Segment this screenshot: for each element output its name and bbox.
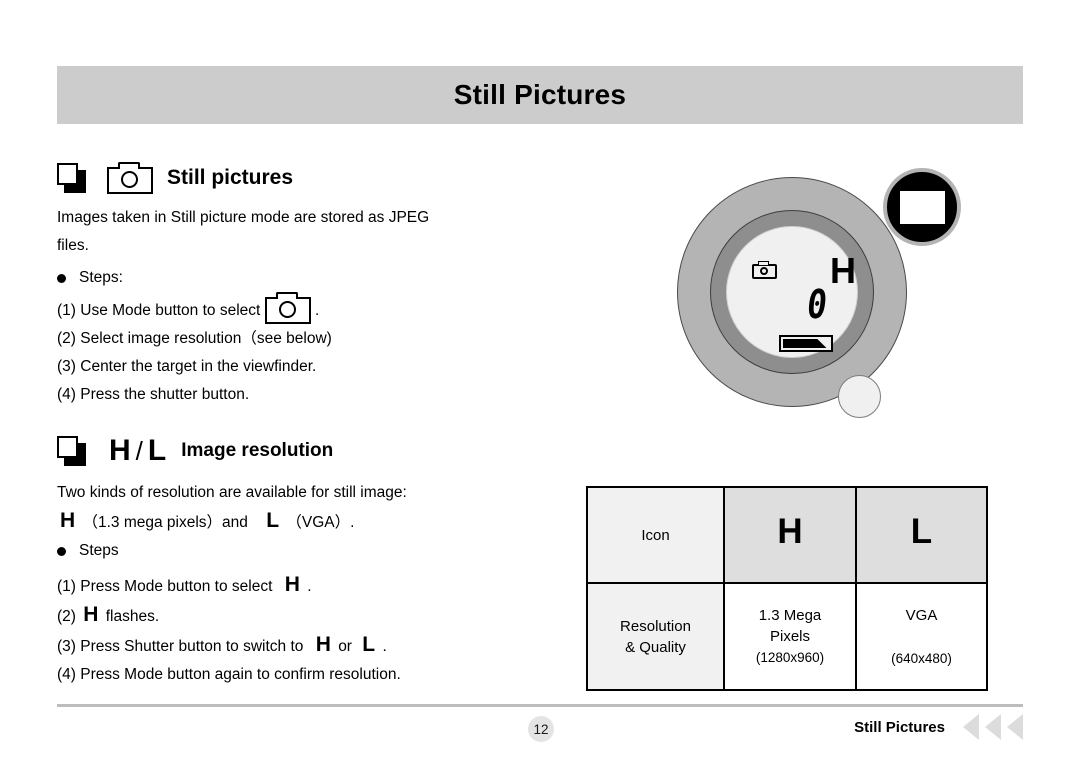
resolution-step-3-glyph-l: L xyxy=(362,633,376,656)
mode-knob xyxy=(838,375,881,418)
resolution-step-3-prefix: (3) Press Shutter button to switch to xyxy=(57,638,304,655)
steps-label: Steps: xyxy=(79,269,123,286)
cell-icon-label: Icon xyxy=(586,486,725,584)
resolution-steps-bullet: Steps xyxy=(57,537,557,565)
page-banner: Still Pictures xyxy=(57,66,1023,124)
still-pictures-step-2: (2) Select image resolution（see below) xyxy=(57,330,332,347)
triangle-left-icon-2 xyxy=(985,714,1001,740)
resolution-step-2-prefix: (2) xyxy=(57,608,76,625)
triangle-left-icon-1 xyxy=(963,714,979,740)
image-resolution-heading-row: H / L Image resolution xyxy=(57,431,557,471)
resolution-step-2: (2) H flashes. xyxy=(57,601,557,631)
footer-divider xyxy=(57,704,1023,707)
table-row-icon: Icon H L xyxy=(586,486,988,584)
cell-resolution-l: VGA (640x480) xyxy=(855,582,988,691)
lcd-quality-indicator: H xyxy=(830,250,856,291)
resolution-step-4: (4) Press Mode button again to confirm r… xyxy=(57,666,401,683)
cell-icon-l-glyph: L xyxy=(910,512,933,551)
still-pictures-steps-bullet: Steps: xyxy=(57,264,557,292)
resolution-step-2-glyph: H xyxy=(83,603,99,626)
page-title: Still Pictures xyxy=(453,79,627,110)
cell-resolution-label-line1: Resolution xyxy=(620,617,691,635)
still-pictures-intro: Images taken in Still picture mode are s… xyxy=(57,204,557,260)
desc-h-text: （1.3 mega pixels）and xyxy=(82,514,248,531)
image-resolution-title: Image resolution xyxy=(181,440,334,461)
stacked-square-icon xyxy=(57,162,87,194)
left-content-column: Still pictures Images taken in Still pic… xyxy=(57,158,557,689)
cell-resolution-label: Resolution & Quality xyxy=(586,582,725,691)
intro-line-1: Images taken in Still picture mode are s… xyxy=(57,209,430,226)
battery-icon xyxy=(779,335,833,352)
desc-l-text: （VGA）. xyxy=(286,514,355,531)
footer-right-group: Still Pictures xyxy=(854,714,1023,740)
resolution-intro-line: Two kinds of resolution are available fo… xyxy=(57,484,407,501)
resolution-step-1: (1) Press Mode button to select H . xyxy=(57,571,557,601)
step-1-period: . xyxy=(314,302,320,319)
resolution-step-1-period: . xyxy=(307,578,312,595)
resolution-step-3-glyph-h: H xyxy=(315,633,331,656)
cell-icon-h: H xyxy=(723,486,857,584)
image-resolution-intro: Two kinds of resolution are available fo… xyxy=(57,479,557,507)
resolution-table: Icon H L Resolution & Quality 1.3 Mega P… xyxy=(586,486,988,691)
cell-resolution-l-sub: (640x480) xyxy=(891,650,952,666)
bullet-icon-2 xyxy=(57,546,66,556)
bullet-icon xyxy=(57,273,66,283)
still-pictures-step-1: (1) Use Mode button to select . xyxy=(57,292,557,325)
shutter-button-pad xyxy=(899,190,945,224)
cell-resolution-h-sub: (1280x960) xyxy=(755,650,825,665)
still-pictures-title: Still pictures xyxy=(167,166,294,189)
shutter-button[interactable] xyxy=(883,168,961,246)
resolution-steps-label: Steps xyxy=(79,542,119,559)
resolution-step-1-text: (1) Press Mode button to select xyxy=(57,578,273,595)
resolution-step-3: (3) Press Shutter button to switch to H … xyxy=(57,631,557,661)
cell-resolution-h: 1.3 Mega Pixels (1280x960) xyxy=(723,582,857,691)
hl-glyph-group: H / L xyxy=(109,434,167,468)
still-pictures-heading-row: Still pictures xyxy=(57,158,557,198)
glyph-h: H xyxy=(109,434,132,467)
footer-section-label: Still Pictures xyxy=(854,718,945,736)
cell-icon-l: L xyxy=(855,486,988,584)
cell-resolution-l-main: VGA xyxy=(905,606,938,624)
stacked-square-icon-2 xyxy=(57,435,87,467)
glyph-slash: / xyxy=(135,436,144,466)
table-row-resolution: Resolution & Quality 1.3 Mega Pixels (12… xyxy=(586,582,988,691)
intro-line-2: files. xyxy=(57,237,89,254)
triangle-left-icon-3 xyxy=(1007,714,1023,740)
cell-icon-h-glyph: H xyxy=(777,512,803,551)
resolution-step-3-period: . xyxy=(382,638,387,655)
resolution-description: H （1.3 mega pixels）and L （VGA）. xyxy=(57,507,557,537)
resolution-step-3-mid: or xyxy=(338,638,352,655)
camera-dial-illustration: H 0 xyxy=(655,160,1005,445)
cell-resolution-h-line1: 1.3 Mega xyxy=(758,607,822,624)
desc-glyph-h: H xyxy=(60,509,76,532)
camera-icon-inline xyxy=(264,292,311,324)
glyph-l: L xyxy=(147,434,168,467)
still-pictures-step-4: (4) Press the shutter button. xyxy=(57,386,250,403)
cell-resolution-label-line2: & Quality xyxy=(625,638,686,656)
step-1-text: (1) Use Mode button to select xyxy=(57,302,261,319)
resolution-step-2-text: flashes. xyxy=(105,608,160,625)
desc-glyph-l: L xyxy=(266,509,280,532)
still-pictures-step-3: (3) Center the target in the viewfinder. xyxy=(57,358,317,375)
page-number-badge: 12 xyxy=(528,716,554,742)
camera-icon xyxy=(107,162,153,194)
cell-resolution-h-line2: Pixels xyxy=(769,628,810,645)
lcd-camera-icon xyxy=(752,261,777,279)
resolution-step-1-glyph: H xyxy=(284,573,300,596)
